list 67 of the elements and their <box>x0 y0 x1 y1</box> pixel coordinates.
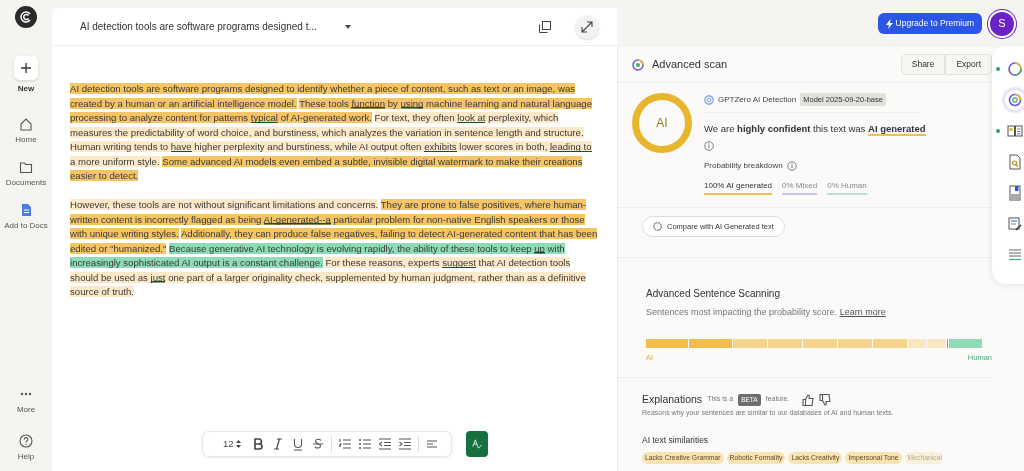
subsection-title: AI text similarities <box>642 434 710 447</box>
expand-button[interactable] <box>575 14 599 39</box>
bullet-list-button[interactable] <box>357 437 372 451</box>
section-title: Advanced Sentence Scanning <box>646 287 781 301</box>
progress-ring-icon <box>1007 61 1023 77</box>
numbered-list-button[interactable] <box>337 437 352 451</box>
breakdown-tab[interactable]: 100% AI generated <box>704 179 773 195</box>
outdent-button[interactable] <box>377 437 392 451</box>
info-icon <box>786 160 797 171</box>
document-paragraph: However, these tools are not without significant limitations and concerns. They are prone to false positives, where human-written content is incorrectly flagged as being AI-generated--a particular problem for non-native English speakers or those with unique writing styles. Additionally, they can produce false negatives, failing to detect AI-generated content that has been edited or "humanized." Because generative AI technology is evolving rapidly, the ability of these tools to keep up with increasingly sophisticated AI output is a constant challenge. For these reasons, experts suggest that AI detection tools should be used as just one part of a larger originality check, supplemented by human judgment, rather than as a definitive source of truth. <box>70 198 599 299</box>
home-icon <box>19 117 33 131</box>
section-title: Explanations <box>642 391 703 407</box>
outdent-icon <box>377 437 392 451</box>
ai-score-ring: AI <box>632 93 692 153</box>
edit-document-icon <box>1007 216 1023 232</box>
bookmark-document-icon <box>1007 185 1023 201</box>
upgrade-button[interactable]: Upgrade to Premium <box>877 13 982 34</box>
document-search-icon <box>1007 154 1023 170</box>
detector-name: GPTZero AI Detection <box>718 93 797 106</box>
avatar[interactable]: S <box>990 11 1014 36</box>
spellcheck-button[interactable] <box>465 431 488 457</box>
bullet-list-icon <box>357 437 372 451</box>
align-left-icon <box>424 437 439 451</box>
breakdown-tab[interactable]: 0% Human <box>827 179 867 195</box>
panel-title: Advanced scan <box>652 57 729 73</box>
numbered-list-icon <box>337 437 352 451</box>
verdict-text: We are highly confident this text was AI generated <box>704 122 926 137</box>
strikethrough-icon <box>310 437 325 451</box>
lightning-icon <box>885 18 893 29</box>
info-icon <box>704 140 714 151</box>
logo-icon <box>15 6 37 28</box>
plus-icon <box>20 62 32 74</box>
side-by-side-icon <box>1007 123 1023 139</box>
indent-button[interactable] <box>397 437 412 451</box>
copy-icon[interactable] <box>539 20 551 33</box>
sidebar-item[interactable]: Documents <box>0 160 52 189</box>
indent-icon <box>397 437 412 451</box>
new-label: New <box>17 83 35 95</box>
spellcheck-icon <box>471 438 482 450</box>
scan-icon <box>632 58 644 71</box>
detector-icon <box>704 94 714 105</box>
breakdown-label: Probability breakdown <box>704 159 783 172</box>
document-icon <box>19 203 33 217</box>
checklist-icon <box>1007 247 1023 263</box>
thumbs-up-icon[interactable] <box>802 393 815 406</box>
folder-icon <box>19 160 33 174</box>
sidebar-item[interactable]: Home <box>0 117 52 146</box>
thumbs-down-icon[interactable] <box>819 393 832 406</box>
help-icon <box>19 434 33 448</box>
sidebar-item[interactable]: More <box>0 387 52 416</box>
dotted-circle-icon <box>653 222 662 231</box>
section-subtitle: Sentences most impacting the probability score. <box>646 307 838 317</box>
caret-icon[interactable] <box>344 24 351 29</box>
sidebar-item[interactable]: Add to Docs <box>0 203 52 232</box>
scan-icon <box>1007 92 1023 108</box>
export-button[interactable]: Export <box>945 54 992 75</box>
strikethrough-button[interactable] <box>310 437 325 451</box>
font-size-control[interactable]: 12 <box>223 436 245 452</box>
breakdown-tab[interactable]: 0% Mixed <box>782 179 818 195</box>
stepper-icon <box>235 440 241 448</box>
sidebar-item[interactable]: Help <box>0 434 52 463</box>
expand-icon <box>581 20 593 33</box>
document-paragraph: AI detection tools are software programs designed to identify whether a piece of content, such as text or an image, was created by a human or an artificial intelligence model. These tools function by using machine learning and natural language processing to analyze content for patterns typical of AI-generated work. For text, they often look at perplexity, which measures the predictability of word choice, and burstiness, which analyzes the variation in sentence length and structure. Human writing tends to have higher perplexity and burstiness, while AI output often exhibits lower scores in both, leading to a more uniform style. Some advanced AI models even embed a subtle, invisible digital watermark to make their creations easier to detect. <box>70 82 593 183</box>
share-button[interactable]: Share <box>900 54 946 75</box>
learn-more-link[interactable]: Learn more <box>839 307 886 317</box>
new-button[interactable] <box>14 56 38 80</box>
document-title[interactable]: AI detection tools are software programs designed t... <box>80 19 317 34</box>
